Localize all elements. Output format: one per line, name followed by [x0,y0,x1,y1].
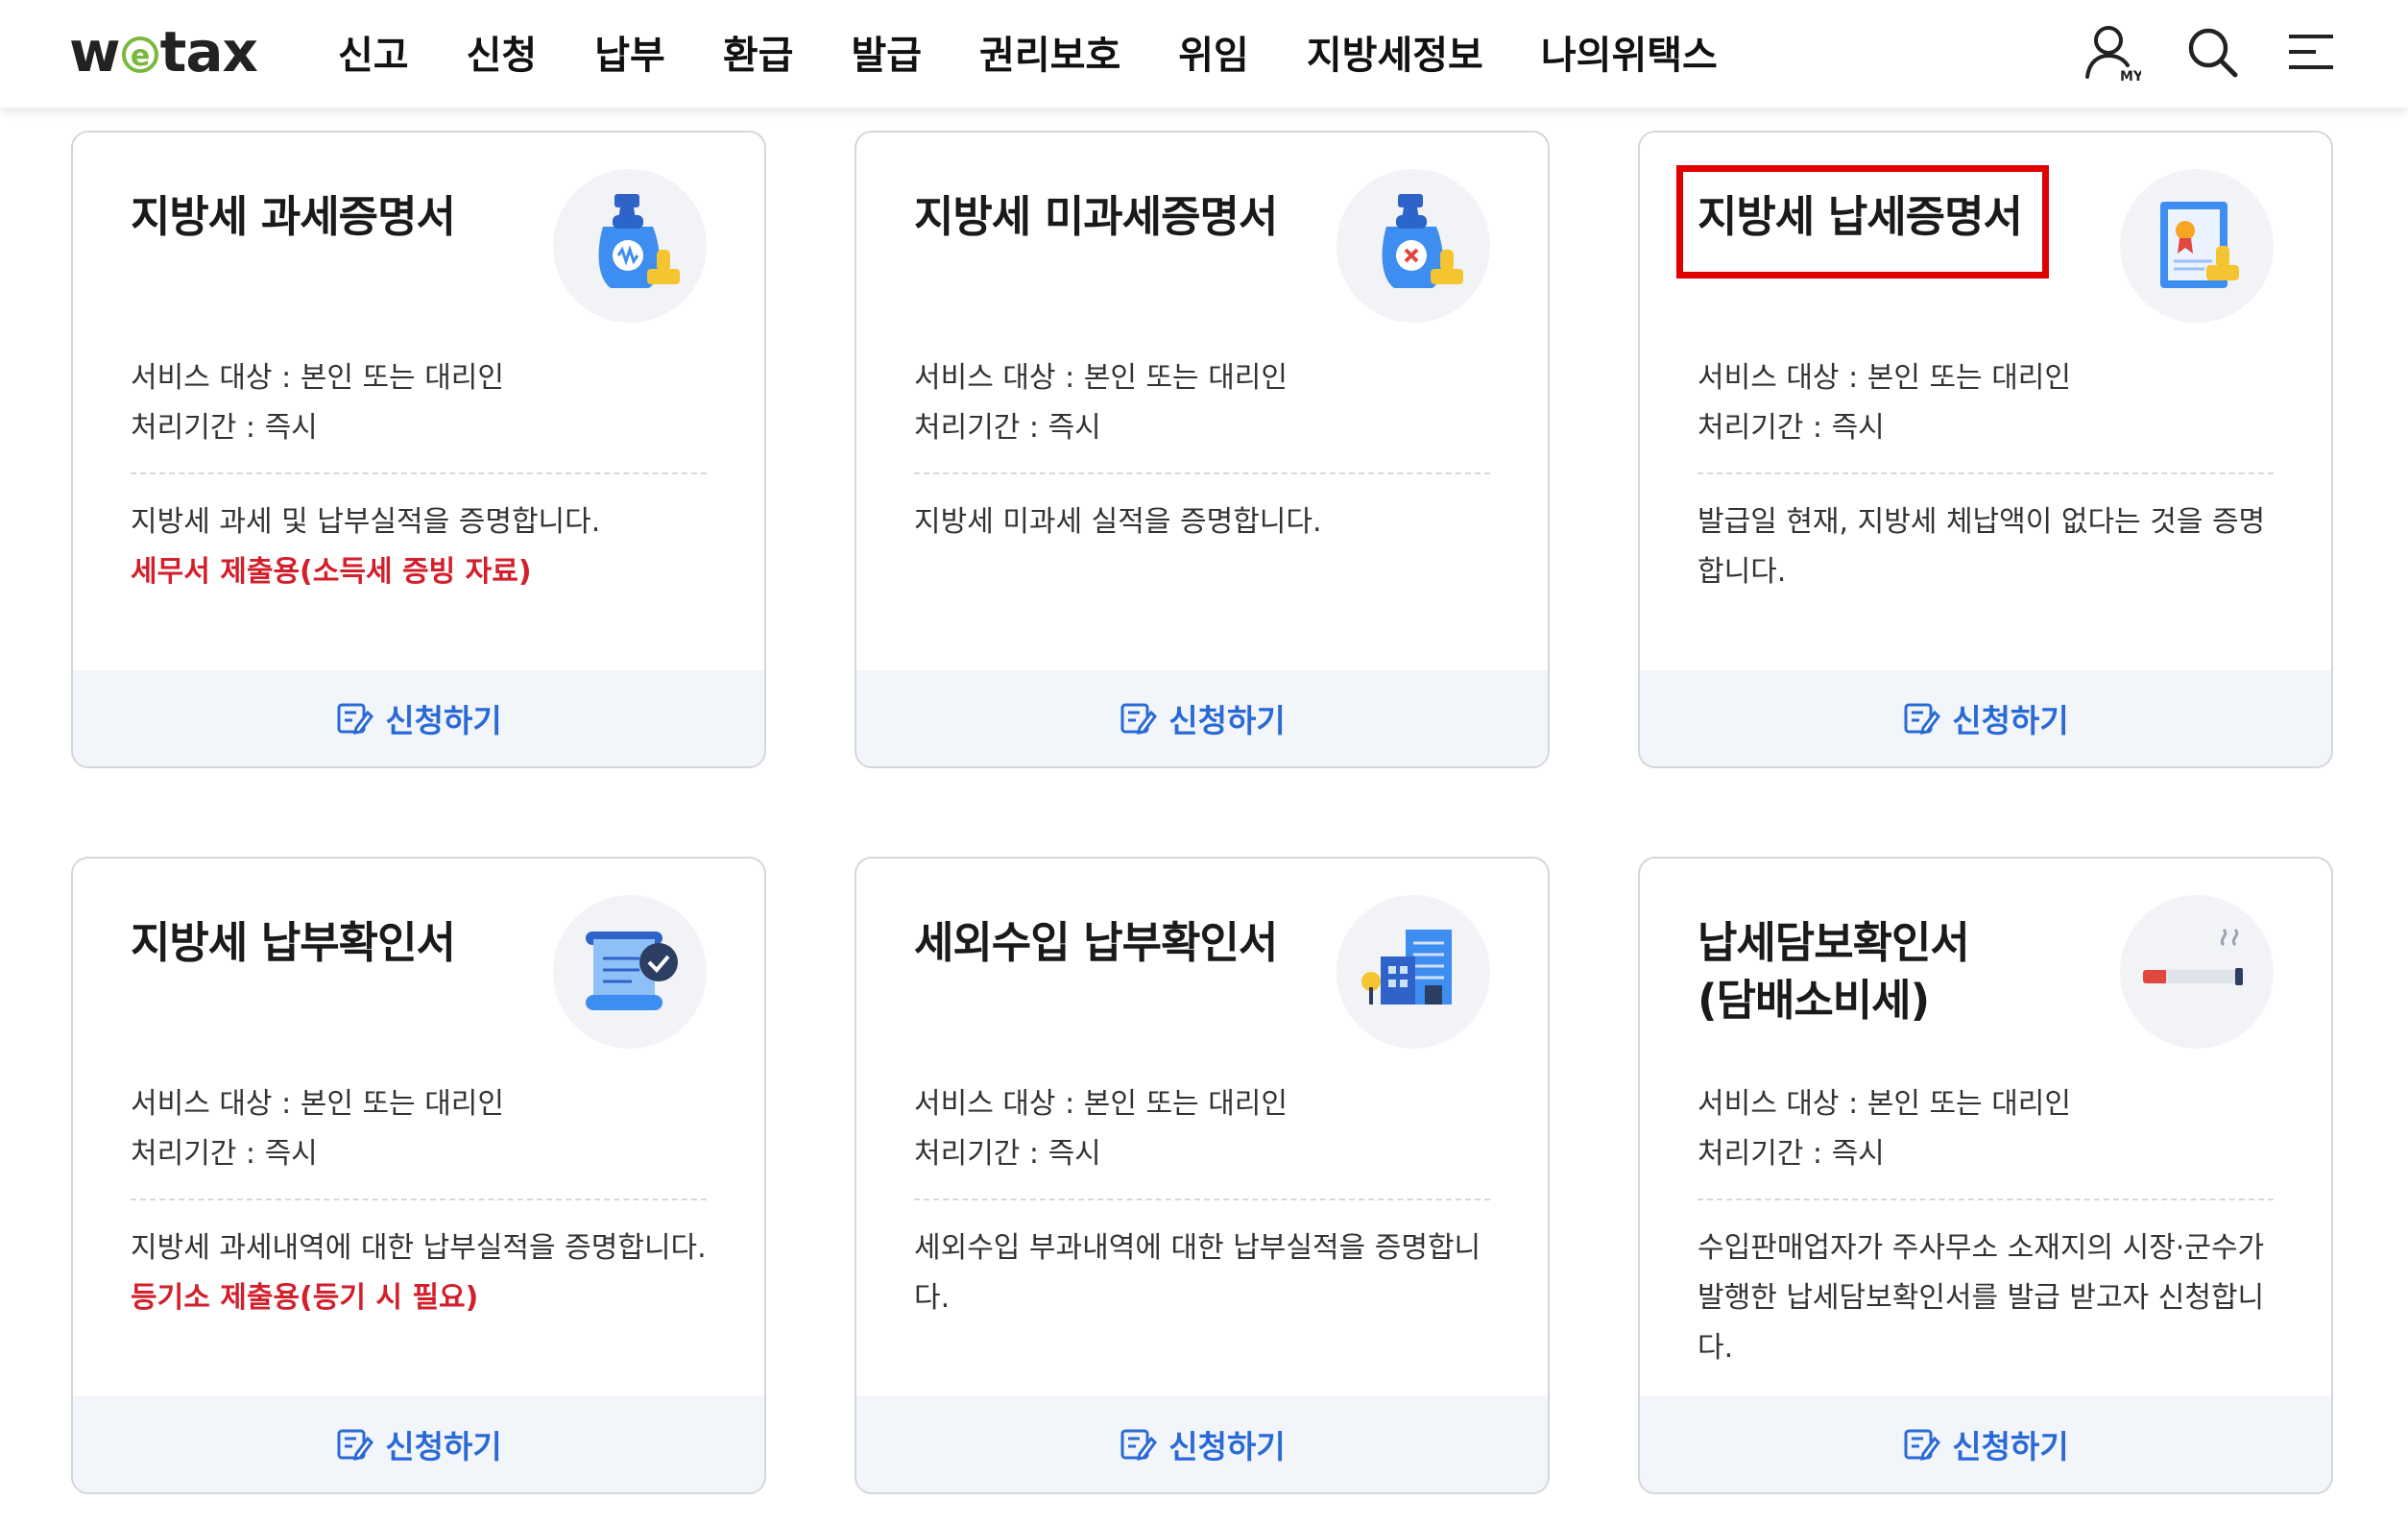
service-target: 서비스 대상 : 본인 또는 대리인 [914,361,1288,395]
service-target: 서비스 대상 : 본인 또는 대리인 [1698,1087,2071,1121]
divider [131,472,707,474]
my-badge: MY [2120,69,2141,83]
apply-button[interactable]: 신청하기 [1640,1396,2331,1492]
card-title: 지방세 납세증명서 [1698,191,2023,242]
nav-item-delegate[interactable]: 위임 [1178,24,1249,80]
card-title: 세외수입 납부확인서 [914,917,1278,968]
nav-item-report[interactable]: 신고 [338,24,409,80]
wetax-logo[interactable]: w e tax [69,13,258,90]
logo-e: e [121,36,158,73]
apply-label: 신청하기 [385,702,502,739]
service-target: 서비스 대상 : 본인 또는 대리인 [131,1087,504,1121]
desc-text: 지방세 미과세 실적을 증명합니다. [914,505,1322,539]
card-meta: 서비스 대상 : 본인 또는 대리인 처리기간 : 즉시 [1698,1079,2071,1179]
card-payment-confirmation: 지방세 납부확인서 서비스 대상 : 본인 또는 대리인 처리기간 : 즉시 지… [71,857,766,1494]
certificate-stamp-icon [2120,169,2274,323]
card-description: 지방세 과세내역에 대한 납부실적을 증명합니다. 등기소 제출용(등기 시 필… [131,1223,707,1323]
top-header: w e tax 신고 신청 납부 환급 발급 권리보호 위임 지방세정보 나의위택스… [0,0,2408,108]
card-meta: 서비스 대상 : 본인 또는 대리인 처리기간 : 즉시 [914,353,1288,453]
card-title: 납세담보확인서 (담배소비세) [1698,917,1970,1026]
apply-button[interactable]: 신청하기 [856,670,1548,766]
card-title: 지방세 납부확인서 [131,917,456,968]
menu-icon[interactable] [2283,21,2341,83]
apply-label: 신청하기 [1168,702,1286,739]
card-non-tax-revenue-confirmation: 세외수입 납부확인서 서비스 대상 : 본인 또는 대리인 처리기간 : 즉시 … [855,857,1550,1494]
processing-period: 처리기간 : 즉시 [914,1137,1101,1171]
card-description: 세외수입 부과내역에 대한 납부실적을 증명합니다. [914,1223,1490,1323]
nav-item-pay[interactable]: 납부 [594,24,665,80]
service-target: 서비스 대상 : 본인 또는 대리인 [131,361,504,395]
nav-item-refund[interactable]: 환급 [723,24,794,80]
divider [1698,1198,2274,1200]
desc-text: 지방세 과세내역에 대한 납부실적을 증명합니다. [131,1231,707,1265]
logo-tax: tax [159,19,258,85]
apply-button[interactable]: 신청하기 [73,1396,764,1492]
apply-label: 신청하기 [1952,1428,2069,1465]
scroll-check-icon [553,895,707,1049]
divider [131,1198,707,1200]
card-non-tax-certificate: 지방세 미과세증명서 서비스 대상 : 본인 또는 대리인 처리기간 : 즉시 … [855,131,1550,768]
processing-period: 처리기간 : 즉시 [1698,411,1885,445]
card-meta: 서비스 대상 : 본인 또는 대리인 처리기간 : 즉시 [1698,353,2071,453]
money-bag-stamp-icon [553,169,707,323]
apply-edit-icon [1120,1429,1158,1461]
processing-period: 처리기간 : 즉시 [914,411,1101,445]
header-icons: MY [2083,17,2341,86]
desc-text: 수입판매업자가 주사무소 소재지의 시장·군수가 발행한 납세담보확인서를 발급… [1698,1231,2265,1365]
divider [914,472,1490,474]
apply-edit-icon [1904,703,1941,735]
nav-item-issue[interactable]: 발급 [851,24,922,80]
buildings-icon [1336,895,1490,1049]
card-description: 지방세 과세 및 납부실적을 증명합니다. 세무서 제출용(소득세 증빙 자료) [131,497,707,597]
service-target: 서비스 대상 : 본인 또는 대리인 [1698,361,2071,395]
divider [914,1198,1490,1200]
nav-item-rights[interactable]: 권리보호 [979,24,1120,80]
card-meta: 서비스 대상 : 본인 또는 대리인 처리기간 : 즉시 [914,1079,1288,1179]
desc-text: 지방세 과세 및 납부실적을 증명합니다. [131,505,601,539]
my-user-icon[interactable]: MY [2083,21,2144,85]
desc-text: 세외수입 부과내역에 대한 납부실적을 증명합니다. [914,1231,1481,1315]
search-icon[interactable] [2183,21,2241,83]
logo-w: w [69,19,121,85]
processing-period: 처리기간 : 즉시 [1698,1137,1885,1171]
card-description: 수입판매업자가 주사무소 소재지의 시장·군수가 발행한 납세담보확인서를 발급… [1698,1223,2274,1373]
service-target: 서비스 대상 : 본인 또는 대리인 [914,1087,1288,1121]
apply-edit-icon [337,1429,374,1461]
apply-label: 신청하기 [385,1428,502,1465]
apply-button[interactable]: 신청하기 [1640,670,2331,766]
desc-note: 세무서 제출용(소득세 증빙 자료) [131,555,532,589]
processing-period: 처리기간 : 즉시 [131,411,318,445]
card-title: 지방세 미과세증명서 [914,191,1278,242]
card-meta: 서비스 대상 : 본인 또는 대리인 처리기간 : 즉시 [131,1079,504,1179]
card-meta: 서비스 대상 : 본인 또는 대리인 처리기간 : 즉시 [131,353,504,453]
divider [1698,472,2274,474]
nav-item-apply[interactable]: 신청 [467,24,538,80]
processing-period: 처리기간 : 즉시 [131,1137,318,1171]
card-tax-certificate: 지방세 과세증명서 서비스 대상 : 본인 또는 대리인 처리기간 : 즉시 지… [71,131,766,768]
card-tax-security-confirmation: 납세담보확인서 (담배소비세) 서비스 대상 : 본인 또는 대리인 처리기간 … [1638,857,2333,1494]
card-title: 지방세 과세증명서 [131,191,456,242]
money-bag-x-stamp-icon [1336,169,1490,323]
apply-button[interactable]: 신청하기 [856,1396,1548,1492]
nav-item-my-wetax[interactable]: 나의위택스 [1541,24,1718,80]
nav-item-local-tax-info[interactable]: 지방세정보 [1307,24,1483,80]
apply-edit-icon [1904,1429,1941,1461]
apply-button[interactable]: 신청하기 [73,670,764,766]
desc-text: 발급일 현재, 지방세 체납액이 없다는 것을 증명합니다. [1698,505,2266,589]
apply-label: 신청하기 [1168,1428,1286,1465]
cigarette-icon [2120,895,2274,1049]
card-description: 지방세 미과세 실적을 증명합니다. [914,497,1490,547]
apply-edit-icon [1120,703,1158,735]
card-tax-payment-certificate: 지방세 납세증명서 서비스 대상 : 본인 또는 대리인 처리기간 : 즉시 발… [1638,131,2333,768]
apply-label: 신청하기 [1952,702,2069,739]
card-description: 발급일 현재, 지방세 체납액이 없다는 것을 증명합니다. [1698,497,2274,597]
desc-note: 등기소 제출용(등기 시 필요) [131,1281,479,1315]
apply-edit-icon [337,703,374,735]
main-nav: 신고 신청 납부 환급 발급 권리보호 위임 지방세정보 나의위택스 [338,0,1718,104]
